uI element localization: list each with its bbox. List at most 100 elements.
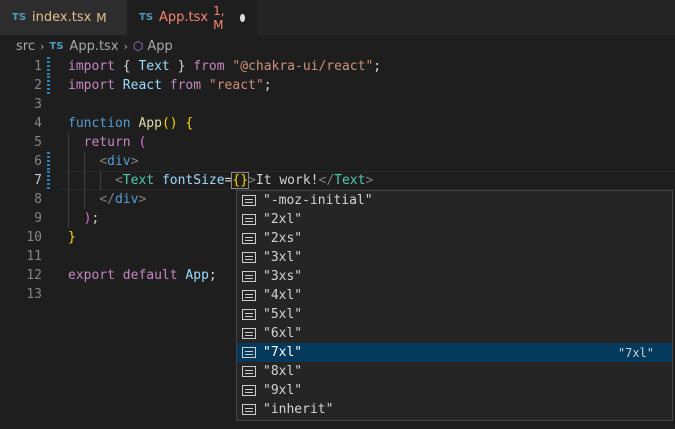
code-line[interactable]: 6 <div>	[0, 152, 675, 171]
suggestion-label: "3xs"	[263, 269, 303, 284]
tab-label: index.tsx	[32, 10, 92, 25]
code-line[interactable]: 2 import React from "react";	[0, 76, 675, 95]
tab-app-tsx[interactable]: TS App.tsx 1, M	[127, 0, 257, 35]
code-token: React	[122, 78, 162, 93]
line-number: 12	[26, 268, 42, 283]
enum-member-icon	[242, 328, 256, 339]
tab-status: 1, M	[213, 3, 225, 32]
code-line[interactable]: 3	[0, 95, 675, 114]
code-text: <Text fontSize={}>It work!</Text>	[68, 171, 373, 190]
code-token: App	[185, 268, 209, 283]
code-token: >	[365, 173, 374, 188]
line-number: 4	[34, 116, 42, 131]
code-line[interactable]: 1 import { Text } from "@chakra-ui/react"…	[0, 57, 675, 76]
code-token: function	[68, 116, 131, 131]
code-text: );	[68, 209, 100, 228]
suggestion-item[interactable]: "-moz-initial"	[237, 191, 672, 210]
suggestion-label: "8xl"	[263, 364, 303, 379]
suggestion-item[interactable]: "2xs"	[237, 229, 672, 248]
code-token: {}	[231, 172, 250, 189]
code-token: fontSize	[161, 173, 225, 188]
code-token: from	[169, 78, 202, 93]
code-text: import { Text } from "@chakra-ui/react";	[68, 57, 381, 76]
code-text: return (	[68, 133, 147, 152]
code-text: }	[68, 228, 76, 247]
enum-member-icon	[242, 214, 256, 225]
code-text: <div>	[68, 152, 138, 171]
code-text: import React from "react";	[68, 76, 272, 95]
code-token: It work!	[255, 173, 319, 188]
symbol-cube-icon: ⬡	[132, 39, 144, 53]
enum-member-icon	[242, 252, 256, 263]
code-token: {	[185, 116, 194, 131]
code-token: Text	[122, 173, 155, 188]
code-token: >	[248, 173, 256, 188]
enum-member-icon	[242, 290, 256, 301]
code-token: (	[138, 135, 147, 150]
suggestion-item[interactable]: "9xl"	[237, 381, 672, 400]
suggestion-label: "2xs"	[263, 231, 303, 246]
code-line[interactable]: 5 return (	[0, 133, 675, 152]
enum-member-icon	[242, 271, 256, 282]
breadcrumb-symbol[interactable]: App	[147, 39, 172, 54]
code-token: App	[138, 116, 162, 131]
breadcrumb-file[interactable]: App.tsx	[69, 39, 118, 54]
suggestion-item[interactable]: "inherit"	[237, 400, 672, 419]
chevron-right-icon: ›	[39, 39, 45, 53]
typescript-icon: TS	[139, 12, 154, 23]
line-number: 8	[34, 192, 42, 207]
code-line[interactable]: 4 function App() {	[0, 114, 675, 133]
code-token: }	[169, 59, 194, 74]
suggestion-label: "inherit"	[263, 402, 334, 417]
unsaved-dot-icon[interactable]	[239, 13, 245, 22]
code-token: from	[193, 59, 225, 74]
tab-status: M	[96, 10, 107, 25]
code-text: function App() {	[68, 114, 193, 133]
code-token: ;	[373, 59, 382, 74]
code-token: export	[68, 268, 115, 283]
code-text: export default App;	[68, 266, 217, 285]
code-line[interactable]: 7 <Text fontSize={}>It work!</Text>	[0, 171, 675, 190]
line-number: 3	[34, 97, 42, 112]
suggestion-widget[interactable]: "-moz-initial" "2xl" "2xs" "3xl" "3xs" "4xl" "…	[236, 190, 673, 421]
suggestion-item[interactable]: "5xl"	[237, 305, 672, 324]
suggestion-label: "4xl"	[263, 288, 303, 303]
code-token: return	[83, 135, 131, 150]
suggestion-label: "3xl"	[263, 250, 303, 265]
suggestion-item[interactable]: "4xl"	[237, 286, 672, 305]
suggestion-label: "9xl"	[263, 383, 303, 398]
suggestion-item[interactable]: "7xl" "7xl"	[237, 343, 672, 362]
line-number: 7	[34, 173, 42, 188]
breadcrumb-folder[interactable]: src	[16, 39, 35, 54]
code-token: "@chakra-ui/react"	[232, 59, 374, 74]
suggestion-detail: "7xl"	[617, 345, 654, 360]
suggestion-item[interactable]: "8xl"	[237, 362, 672, 381]
code-token: }	[68, 230, 76, 245]
tab-bar: TS index.tsx M TS App.tsx 1, M	[0, 0, 675, 35]
line-number: 1	[34, 59, 42, 74]
code-token: Text	[334, 173, 366, 188]
code-token: ;	[208, 268, 217, 283]
enum-member-icon	[242, 195, 256, 206]
suggestion-item[interactable]: "2xl"	[237, 210, 672, 229]
code-token: <	[114, 173, 123, 188]
tab-index-tsx[interactable]: TS index.tsx M	[0, 0, 127, 35]
enum-member-icon	[242, 366, 256, 377]
code-token: >	[138, 192, 147, 207]
suggestion-item[interactable]: "6xl"	[237, 324, 672, 343]
code-text: </div>	[68, 190, 146, 209]
enum-member-icon	[242, 404, 256, 415]
typescript-icon: TS	[12, 12, 27, 23]
enum-member-icon	[242, 233, 256, 244]
suggestion-label: "6xl"	[263, 326, 303, 341]
suggestion-item[interactable]: "3xl"	[237, 248, 672, 267]
suggestion-item[interactable]: "3xs"	[237, 267, 672, 286]
breadcrumb: src › TS App.tsx › ⬡ App	[0, 35, 675, 57]
code-token: div	[114, 192, 139, 207]
